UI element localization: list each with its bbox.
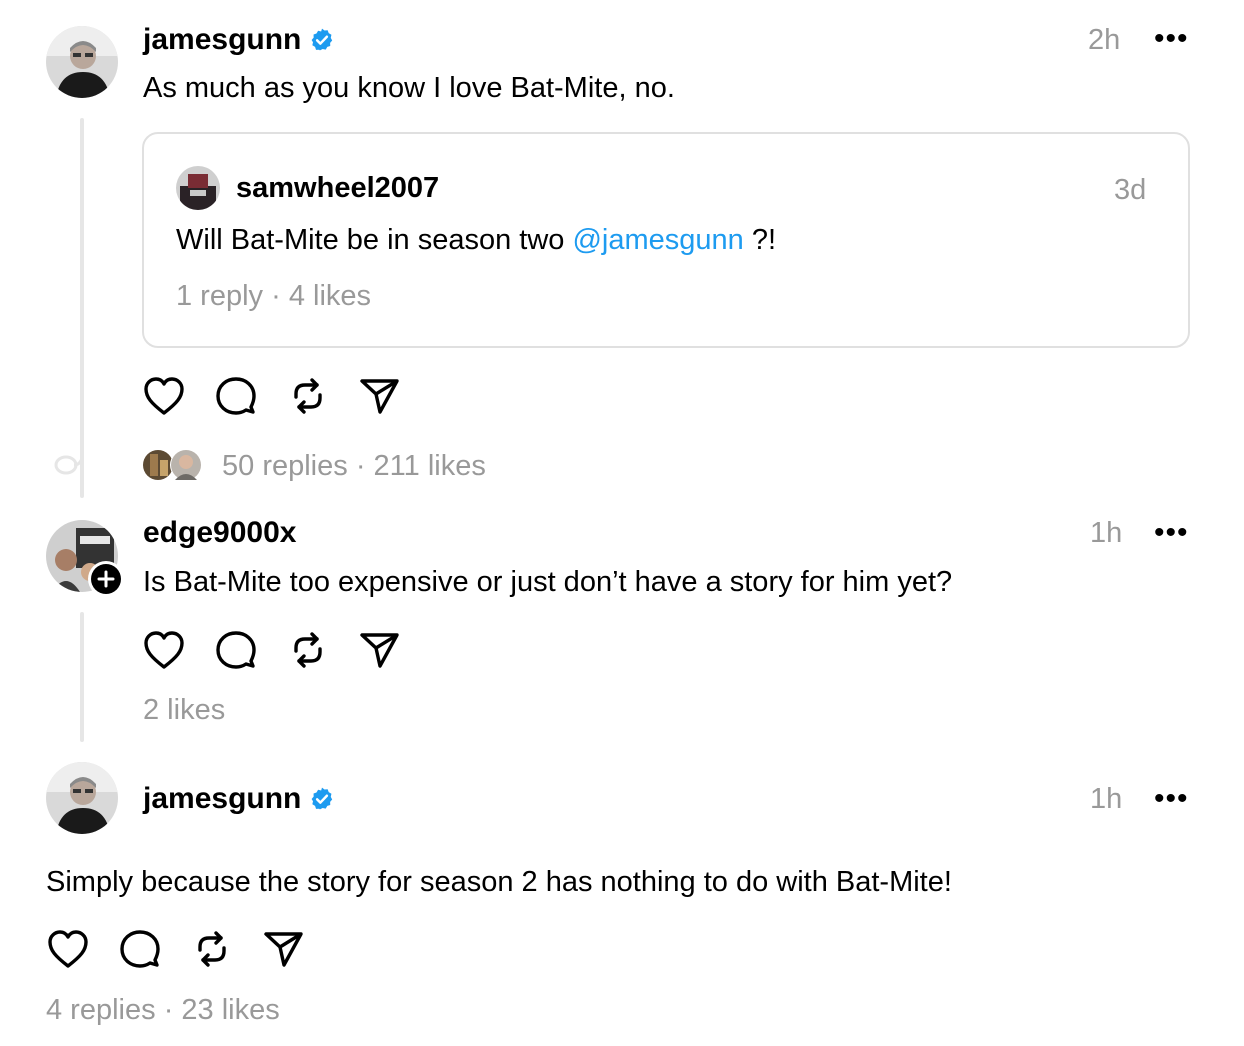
heart-icon <box>48 930 88 968</box>
post-text: Is Bat-Mite too expensive or just don’t … <box>143 566 953 598</box>
stat-separator: · <box>271 280 281 312</box>
like-button[interactable] <box>142 374 186 418</box>
post-text: Simply because the story for season 2 ha… <box>46 866 952 898</box>
comment-icon <box>120 930 160 968</box>
avatar-samwheel2007[interactable] <box>176 166 220 210</box>
quoted-username[interactable]: samwheel2007 <box>236 170 439 206</box>
follow-plus-icon <box>91 564 121 594</box>
quoted-time: 3d <box>1114 174 1147 206</box>
share-button[interactable] <box>358 374 402 418</box>
like-button[interactable] <box>46 927 90 971</box>
repost-icon <box>294 632 322 668</box>
repost-button[interactable] <box>190 927 234 971</box>
replies-count[interactable]: 50 replies <box>222 450 348 482</box>
stat-separator: · <box>355 450 366 482</box>
post-header: jamesgunn <box>143 22 335 58</box>
avatar-jamesgunn[interactable] <box>46 26 118 98</box>
heart-icon <box>144 377 184 415</box>
follow-button[interactable] <box>88 561 124 597</box>
share-button[interactable] <box>358 628 402 672</box>
heart-icon <box>144 631 184 669</box>
likes-count[interactable]: 2 likes <box>143 692 225 728</box>
post-stats: 50 replies · 211 likes <box>222 448 486 484</box>
quoted-replies[interactable]: 1 reply <box>176 280 263 312</box>
share-icon <box>360 379 399 414</box>
post-actions <box>142 374 402 418</box>
more-icon[interactable]: ••• <box>1154 24 1189 54</box>
repost-icon <box>294 378 322 414</box>
more-icon[interactable]: ••• <box>1154 518 1189 548</box>
verified-icon <box>311 28 333 51</box>
share-icon <box>360 633 399 668</box>
share-button[interactable] <box>262 927 306 971</box>
likes-count[interactable]: 211 likes <box>374 450 486 482</box>
username[interactable]: edge9000x <box>143 515 296 551</box>
post-time: 1h <box>1090 517 1123 549</box>
thread-line <box>80 118 84 498</box>
comment-icon <box>216 631 256 669</box>
username[interactable]: jamesgunn <box>143 781 301 817</box>
replies-count[interactable]: 4 replies <box>46 994 156 1026</box>
post-actions <box>46 927 306 971</box>
quoted-stats: 1 reply · 4 likes <box>176 278 371 314</box>
post-time: 2h <box>1088 24 1121 56</box>
reply-button[interactable] <box>214 374 258 418</box>
more-icon[interactable]: ••• <box>1154 784 1189 814</box>
quoted-likes[interactable]: 4 likes <box>289 280 371 312</box>
mention-link[interactable]: @jamesgunn <box>572 224 743 256</box>
verified-icon <box>311 787 333 810</box>
thread-loop-icon <box>54 455 84 475</box>
reply-button[interactable] <box>214 628 258 672</box>
post-stats: 4 replies · 23 likes <box>46 992 280 1028</box>
stat-separator: · <box>163 994 174 1026</box>
username[interactable]: jamesgunn <box>143 22 301 58</box>
repost-button[interactable] <box>286 374 330 418</box>
share-icon <box>264 932 303 967</box>
like-button[interactable] <box>142 628 186 672</box>
repost-icon <box>198 931 226 967</box>
likes-count[interactable]: 23 likes <box>181 994 279 1026</box>
avatar-jamesgunn[interactable] <box>46 762 118 834</box>
comment-icon <box>216 377 256 415</box>
quoted-text-before: Will Bat-Mite be in season two <box>176 224 573 256</box>
reply-button[interactable] <box>118 927 162 971</box>
reply-avatars[interactable] <box>142 448 204 482</box>
quoted-text-after: ?! <box>743 224 777 256</box>
post-time: 1h <box>1090 783 1123 815</box>
quoted-post-card[interactable]: samwheel2007 3d Will Bat-Mite be in seas… <box>142 132 1190 348</box>
post-header: jamesgunn <box>143 781 335 817</box>
repost-button[interactable] <box>286 628 330 672</box>
post-actions <box>142 628 402 672</box>
thread-line <box>80 612 84 742</box>
quoted-text: Will Bat-Mite be in season two @jamesgun… <box>176 222 776 258</box>
post-text: As much as you know I love Bat-Mite, no. <box>143 72 675 104</box>
